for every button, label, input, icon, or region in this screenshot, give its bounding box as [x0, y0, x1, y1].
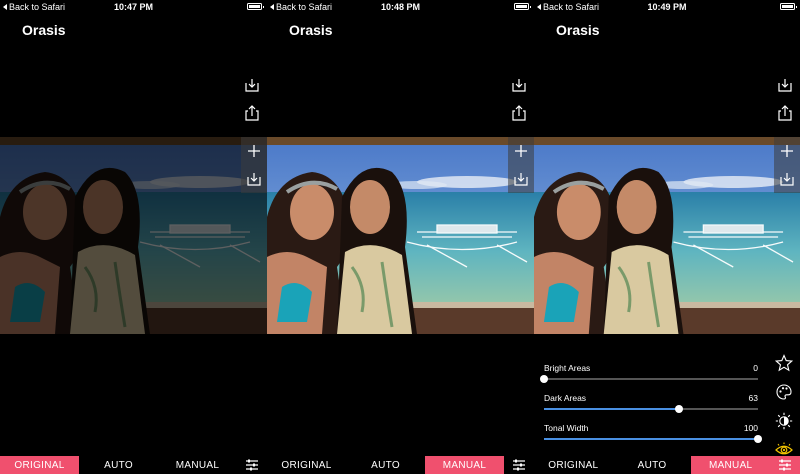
mode-auto-button[interactable]: AUTO — [346, 456, 425, 474]
battery-icon — [780, 3, 797, 10]
save-icon[interactable] — [774, 74, 796, 96]
mode-manual-button[interactable]: MANUAL — [158, 456, 237, 474]
sliders-icon[interactable] — [770, 456, 800, 474]
overlay-tools — [508, 137, 534, 193]
slider-track[interactable] — [544, 405, 758, 413]
overlay-tools — [241, 137, 267, 193]
slider-label: Tonal Width — [544, 423, 589, 433]
status-bar: Back to Safari 10:47 PM — [0, 0, 267, 14]
brightness-icon[interactable] — [773, 410, 795, 432]
mode-manual-button[interactable]: MANUAL — [691, 456, 771, 474]
top-tools — [241, 74, 263, 130]
save-icon[interactable] — [508, 74, 530, 96]
slider-track[interactable] — [544, 435, 762, 443]
panel-original: Back to Safari 10:47 PM Orasis ORIGINAL … — [0, 0, 267, 474]
mode-bar: ORIGINAL AUTO MANUAL — [0, 456, 267, 474]
mode-bar: ORIGINAL AUTO MANUAL — [267, 456, 534, 474]
mode-auto-button[interactable]: AUTO — [79, 456, 158, 474]
plus-icon[interactable] — [241, 137, 267, 165]
status-time: 10:47 PM — [113, 2, 154, 12]
plus-icon[interactable] — [774, 137, 800, 165]
battery-icon — [247, 3, 264, 10]
slider-value: 0 — [753, 363, 758, 373]
mode-original-button[interactable]: ORIGINAL — [0, 456, 79, 474]
top-tools — [508, 74, 530, 130]
battery-icon — [514, 3, 531, 10]
panel-manual: Back to Safari 10:48 PM Orasis ORIGINAL … — [267, 0, 534, 474]
share-icon[interactable] — [241, 102, 263, 124]
right-tools — [773, 352, 795, 468]
slider-bright-areas: Bright Areas 0 — [540, 363, 758, 393]
app-title: Orasis — [289, 22, 333, 38]
mode-manual-button[interactable]: MANUAL — [425, 456, 504, 474]
import-icon[interactable] — [508, 165, 534, 193]
slider-knob[interactable] — [540, 375, 548, 383]
status-bar: Back to Safari 10:49 PM — [534, 0, 800, 14]
photo — [534, 137, 800, 334]
status-time: 10:48 PM — [380, 2, 421, 12]
mode-auto-button[interactable]: AUTO — [613, 456, 692, 474]
slider-knob[interactable] — [754, 435, 762, 443]
sliders-icon[interactable] — [237, 456, 267, 474]
import-icon[interactable] — [241, 165, 267, 193]
slider-label: Bright Areas — [544, 363, 591, 373]
app-title: Orasis — [22, 22, 66, 38]
sliders-icon[interactable] — [504, 456, 534, 474]
status-time: 10:49 PM — [647, 2, 687, 12]
plus-icon[interactable] — [508, 137, 534, 165]
save-icon[interactable] — [241, 74, 263, 96]
palette-icon[interactable] — [773, 381, 795, 403]
slider-dark-areas: Dark Areas 63 — [544, 393, 758, 423]
mode-original-button[interactable]: ORIGINAL — [534, 456, 613, 474]
share-icon[interactable] — [774, 102, 796, 124]
slider-fill — [544, 438, 758, 440]
slider-track[interactable] — [540, 375, 758, 383]
slider-value: 100 — [743, 423, 758, 433]
top-tools — [774, 74, 796, 130]
photo — [0, 137, 267, 334]
slider-fill — [544, 408, 679, 410]
panel-manual-sliders: Back to Safari 10:49 PM Orasis Bright Ar… — [534, 0, 800, 474]
star-icon[interactable] — [773, 352, 795, 374]
import-icon[interactable] — [774, 165, 800, 193]
mode-bar: ORIGINAL AUTO MANUAL — [534, 456, 800, 474]
adjustment-sliders: Bright Areas 0 Dark Areas 63 Tonal Width… — [540, 363, 762, 453]
slider-value: 63 — [748, 393, 758, 403]
slider-tonal-width: Tonal Width 100 — [544, 423, 762, 453]
slider-knob[interactable] — [674, 405, 683, 413]
overlay-tools — [774, 137, 800, 193]
photo — [267, 137, 534, 334]
mode-original-button[interactable]: ORIGINAL — [267, 456, 346, 474]
status-bar: Back to Safari 10:48 PM — [267, 0, 534, 14]
slider-label: Dark Areas — [544, 393, 587, 403]
share-icon[interactable] — [508, 102, 530, 124]
app-title: Orasis — [556, 22, 600, 38]
